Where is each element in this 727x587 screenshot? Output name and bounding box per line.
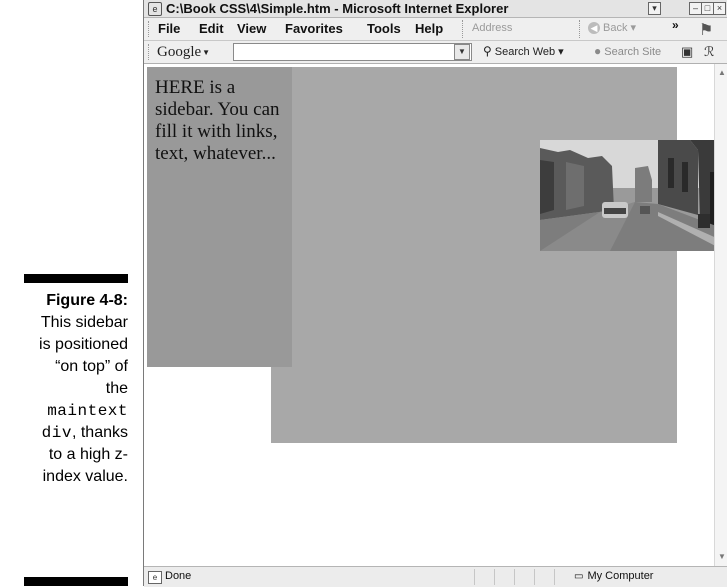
menu-edit[interactable]: Edit	[199, 21, 224, 36]
menu-help[interactable]: Help	[415, 21, 443, 36]
close-icon[interactable]: ×	[713, 2, 726, 15]
search-site-button[interactable]: ● Search Site	[594, 44, 661, 58]
status-text: Done	[165, 570, 192, 582]
windows-logo-icon: ⚑	[699, 22, 714, 39]
page-viewport: HERE is a sidebar. You can fill it with …	[144, 64, 714, 566]
search-history-dropdown[interactable]: ▼	[454, 44, 470, 60]
caption-line: the	[105, 380, 128, 397]
google-search-input[interactable]	[233, 43, 472, 61]
globe-icon: ●	[594, 44, 602, 58]
figure-caption: Figure 4-8: This sidebar is positioned “…	[0, 290, 128, 488]
caption-code-maintext: maintext	[47, 402, 128, 420]
google-toolbar: Google▼ ▼ ⚲ Search Web ▾ ● Search Site ▣ ℛ	[144, 41, 727, 64]
search-web-button[interactable]: ⚲ Search Web ▾	[483, 44, 564, 58]
menu-bar: File Edit View Favorites Tools Help Addr…	[144, 18, 727, 41]
figure-number: Figure 4-8:	[46, 292, 128, 309]
back-button[interactable]: ◀ Back ▾	[588, 21, 636, 35]
window-title: C:\Book CSS\4\Simple.htm - Microsoft Int…	[166, 1, 509, 16]
vertical-scrollbar[interactable]: ▲ ▼	[714, 64, 727, 566]
toolbar-separator	[462, 20, 464, 38]
status-bar: e Done ▭ My Computer	[144, 566, 727, 587]
menu-view[interactable]: View	[237, 21, 266, 36]
caption-rule-top	[24, 274, 128, 283]
more-chevron-icon[interactable]: »	[672, 18, 679, 32]
title-bar: e C:\Book CSS\4\Simple.htm - Microsoft I…	[144, 0, 727, 18]
back-arrow-icon: ◀	[588, 22, 600, 35]
page-done-icon: e	[148, 571, 162, 584]
maintext-div	[271, 67, 714, 443]
dropdown-arrow-icon: ▼	[202, 48, 211, 58]
status-separator	[534, 569, 535, 585]
menu-tools[interactable]: Tools	[367, 21, 401, 36]
scroll-up-icon[interactable]: ▲	[717, 68, 727, 78]
caption-line: This sidebar	[40, 314, 128, 331]
browser-window: e C:\Book CSS\4\Simple.htm - Microsoft I…	[143, 0, 727, 587]
sidebar-text: HERE is a sidebar. You can fill it with …	[155, 77, 280, 164]
caption-line: is positioned	[39, 336, 128, 353]
status-separator	[514, 569, 515, 585]
caption-line: “on top” of	[55, 358, 128, 375]
google-menu-button[interactable]: Google▼	[157, 44, 210, 61]
menu-file[interactable]: File	[158, 21, 180, 36]
street-photo	[540, 140, 714, 251]
highlight-icon[interactable]: ℛ	[704, 44, 714, 60]
caption-line: , thanks	[71, 424, 128, 441]
caption-code-div: div	[41, 424, 72, 442]
status-separator	[494, 569, 495, 585]
sidebar-div: HERE is a sidebar. You can fill it with …	[147, 67, 292, 367]
menu-icon[interactable]: ▾	[648, 2, 661, 15]
status-separator	[554, 569, 555, 585]
caption-line: index value.	[42, 468, 128, 485]
caption-rule-bottom	[24, 577, 128, 586]
scroll-down-icon[interactable]: ▼	[717, 552, 727, 562]
toolbar-grip[interactable]	[148, 44, 151, 60]
page-info-icon[interactable]: ▣	[681, 44, 693, 60]
toolbar-grip[interactable]	[148, 21, 151, 37]
ie-page-icon: e	[148, 2, 162, 16]
status-separator	[474, 569, 475, 585]
menu-favorites[interactable]: Favorites	[285, 21, 343, 36]
address-label[interactable]: Address	[472, 22, 512, 34]
toolbar-separator	[579, 20, 581, 38]
security-zone: ▭ My Computer	[574, 570, 654, 582]
caption-line: to a high z-	[48, 446, 128, 463]
binoculars-icon: ⚲	[483, 44, 492, 58]
computer-icon: ▭	[574, 571, 584, 582]
